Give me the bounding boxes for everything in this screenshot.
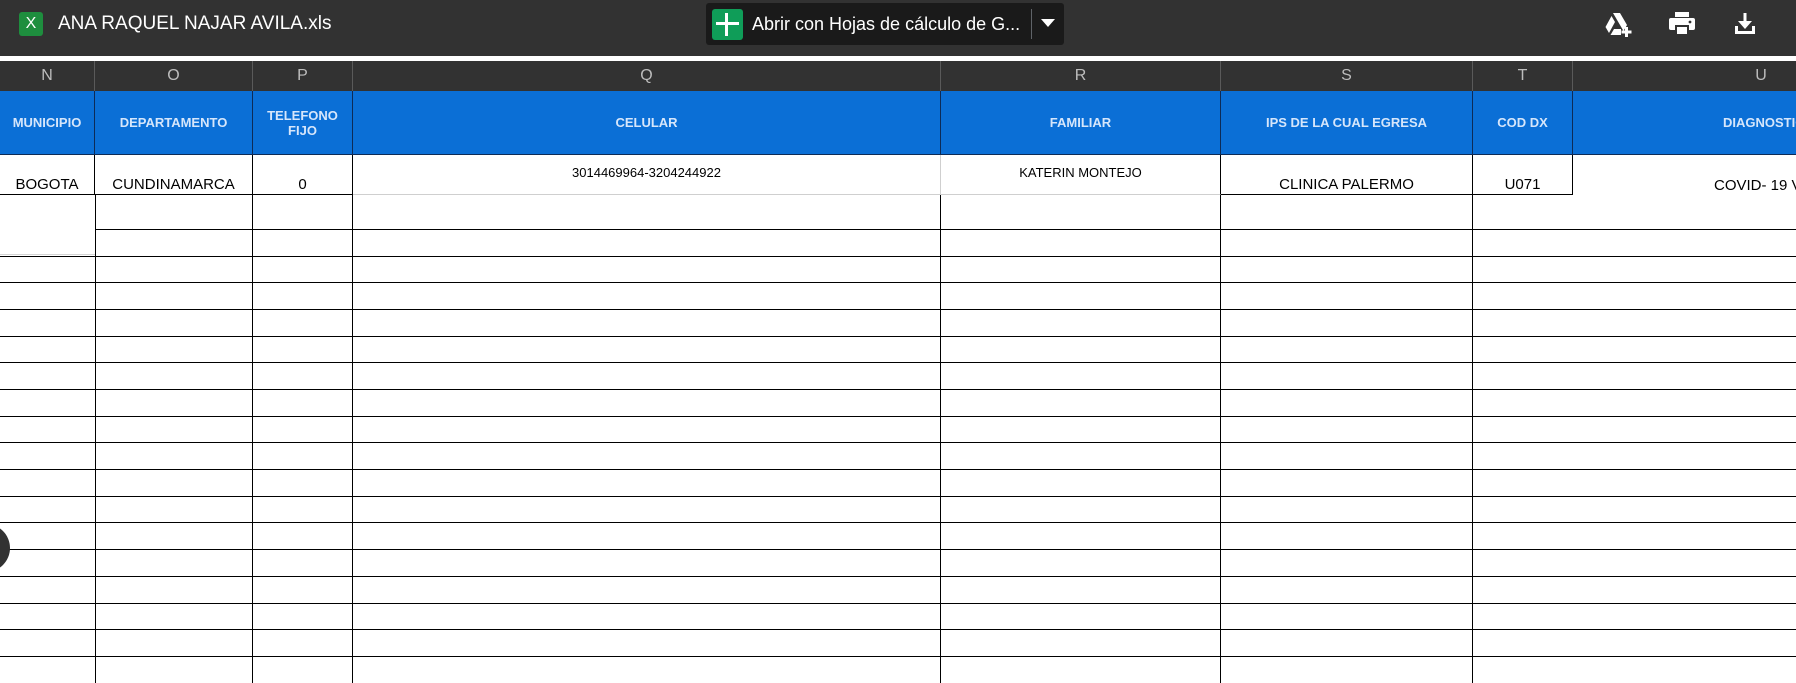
column-header-r[interactable]: R [941, 61, 1221, 91]
excel-file-icon: X [19, 12, 43, 36]
empty-grid-lines [0, 195, 1796, 683]
print-icon [1669, 12, 1695, 35]
caret-down-icon [1041, 19, 1055, 27]
column-header-p[interactable]: P [253, 61, 353, 91]
file-title: ANA RAQUEL NAJAR AVILA.xls [58, 13, 332, 34]
spreadsheet-grid: MUNICIPIO DEPARTAMENTO TELEFONO FIJO CEL… [0, 91, 1796, 683]
open-with-sheets-button[interactable]: Abrir con Hojas de cálculo de G... [706, 3, 1031, 45]
open-with-control: Abrir con Hojas de cálculo de G... [706, 3, 1064, 45]
column-header-n[interactable]: N [0, 61, 95, 91]
column-header-q[interactable]: Q [353, 61, 941, 91]
open-with-dropdown-button[interactable] [1032, 3, 1064, 45]
download-icon [1735, 13, 1755, 34]
viewer-toolbar: X ANA RAQUEL NAJAR AVILA.xls Abrir con H… [0, 0, 1796, 56]
column-header-u[interactable]: U [1573, 61, 1796, 91]
column-letter-headers: N O P Q R S T U [0, 61, 1796, 91]
add-to-drive-button[interactable] [1601, 8, 1633, 40]
print-button[interactable] [1665, 8, 1697, 40]
open-with-label: Abrir con Hojas de cálculo de G... [752, 14, 1021, 34]
google-sheets-icon [712, 9, 743, 40]
download-button[interactable] [1729, 8, 1761, 40]
column-header-s[interactable]: S [1221, 61, 1473, 91]
add-to-drive-icon [1605, 13, 1632, 37]
column-header-t[interactable]: T [1473, 61, 1573, 91]
column-header-o[interactable]: O [95, 61, 253, 91]
